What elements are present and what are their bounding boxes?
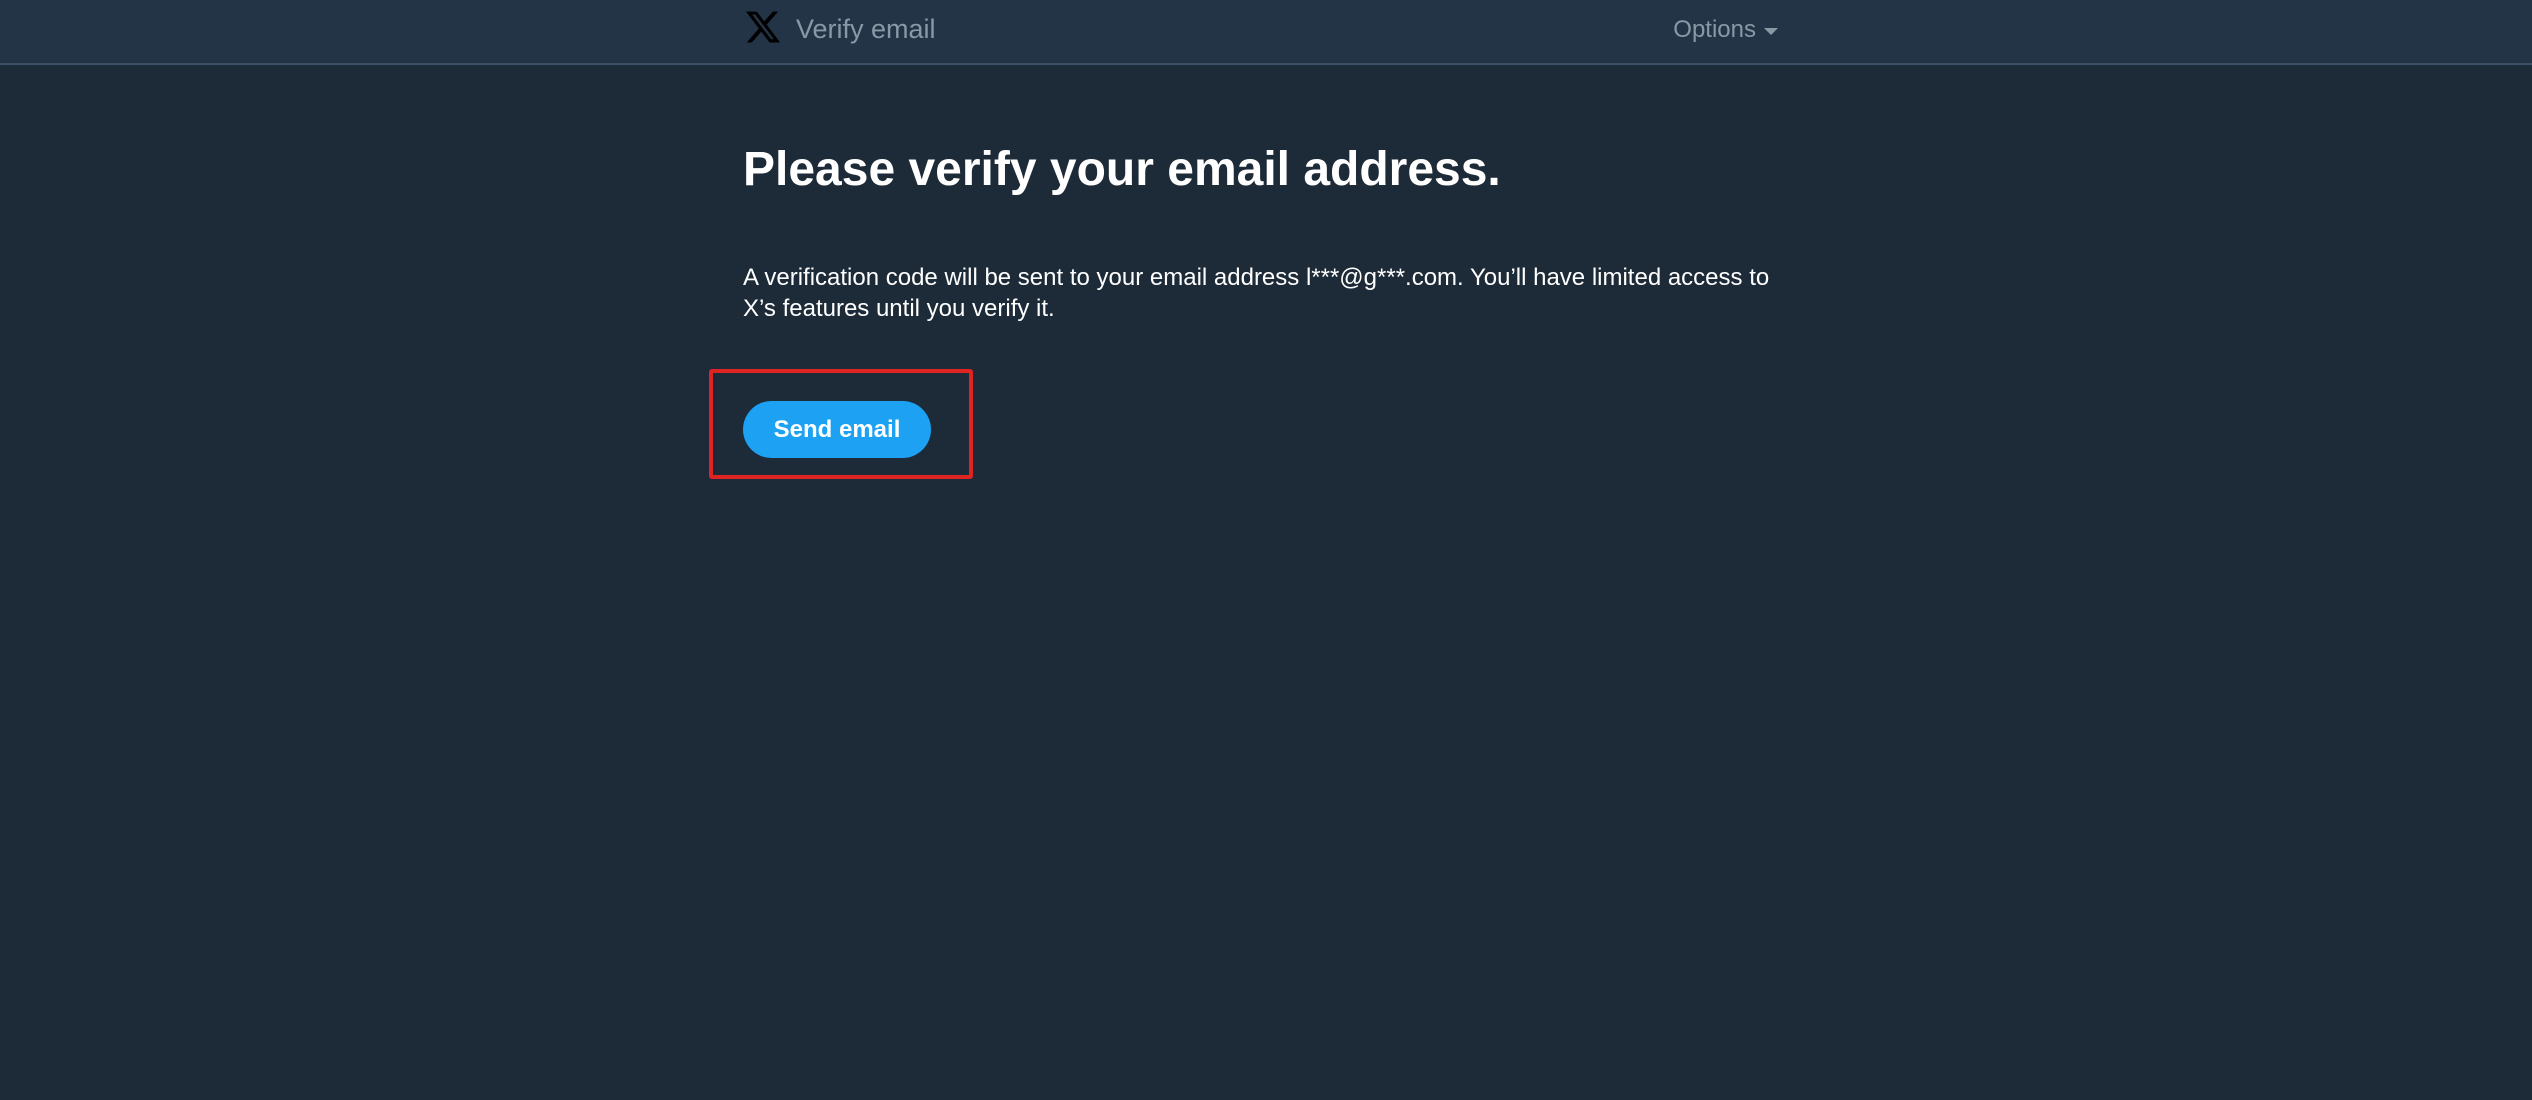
options-label: Options [1673, 16, 1756, 43]
send-email-button[interactable]: Send email [743, 401, 931, 458]
top-bar: Verify email Options [0, 0, 2532, 65]
x-logo-icon[interactable] [743, 8, 783, 46]
verify-heading: Please verify your email address. [743, 143, 1501, 196]
options-menu-button[interactable]: Options [1673, 15, 1778, 45]
page-title: Verify email [796, 14, 936, 44]
verify-description: A verification code will be sent to your… [743, 264, 1770, 322]
caret-down-icon [1764, 27, 1778, 35]
